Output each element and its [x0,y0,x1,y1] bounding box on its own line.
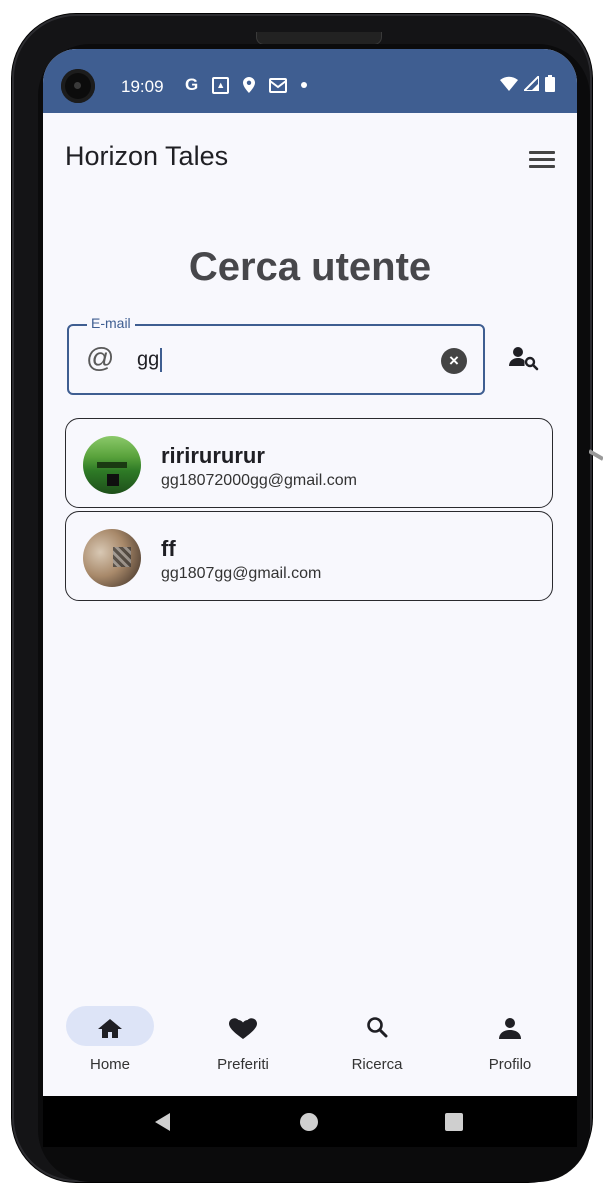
app-bar: Horizon Tales [43,113,577,203]
page-title: Cerca utente [188,245,432,289]
photo-icon: ▲ [212,76,230,94]
user-result-card[interactable]: ff gg1807gg@gmail.com [65,511,553,601]
recents-icon[interactable] [445,1113,463,1131]
nav-item-ricerca[interactable]: Ricerca [322,994,432,1094]
menu-icon[interactable] [529,147,559,173]
nav-item-home[interactable]: Home [66,994,176,1094]
text-cursor [160,348,163,372]
volume-side-button [589,449,603,461]
nav-label-preferiti: Preferiti [217,1056,269,1073]
user-result-card[interactable]: ririrururur gg18072000gg@gmail.com [65,418,553,508]
nav-label-home: Home [89,1056,130,1073]
battery-icon [545,75,555,92]
nav-label-ricerca: Ricerca [351,1056,403,1073]
person-icon [499,1018,521,1039]
signal-icon [524,76,539,91]
status-bar: 19:09 G ▲ [43,49,577,113]
notification-icons: G ▲ [185,75,308,95]
nav-item-profilo[interactable]: Profilo [455,994,565,1094]
clear-icon[interactable]: × [441,348,467,374]
back-icon[interactable] [155,1113,170,1131]
email-label: E-mail [87,315,135,331]
mail-icon [269,77,288,93]
email-input-value: gg [137,348,160,371]
user-email: gg1807gg@gmail.com [161,565,322,582]
dot-icon [301,82,308,88]
front-camera [61,69,95,103]
user-email: gg18072000gg@gmail.com [161,472,357,489]
user-name: ff [161,536,176,561]
avatar [83,436,141,494]
home-icon [98,1019,122,1038]
email-input[interactable]: gg [137,348,163,372]
home-button-icon[interactable] [300,1113,318,1131]
avatar [83,529,141,587]
user-name: ririrururur [161,443,265,468]
wifi-icon [500,76,518,91]
bottom-nav: Home Preferiti Ricerca Profilo [43,994,577,1094]
location-icon [243,77,256,93]
google-icon: G [185,75,199,94]
heart-icon [229,1018,257,1039]
at-icon: @ [86,342,115,373]
screen: 19:09 G ▲ Horizon Tales Cerca utente E-m… [43,49,577,1147]
nav-item-preferiti[interactable]: Preferiti [188,994,298,1094]
app-title: Horizon Tales [65,141,229,171]
nav-label-profilo: Profilo [488,1056,532,1073]
email-field[interactable]: E-mail @ gg × [67,315,485,395]
search-icon [367,1017,388,1038]
status-time: 19:09 [121,77,164,96]
system-navigation-bar [43,1096,577,1147]
system-status-icons [500,75,555,92]
user-search-icon[interactable] [507,342,541,376]
